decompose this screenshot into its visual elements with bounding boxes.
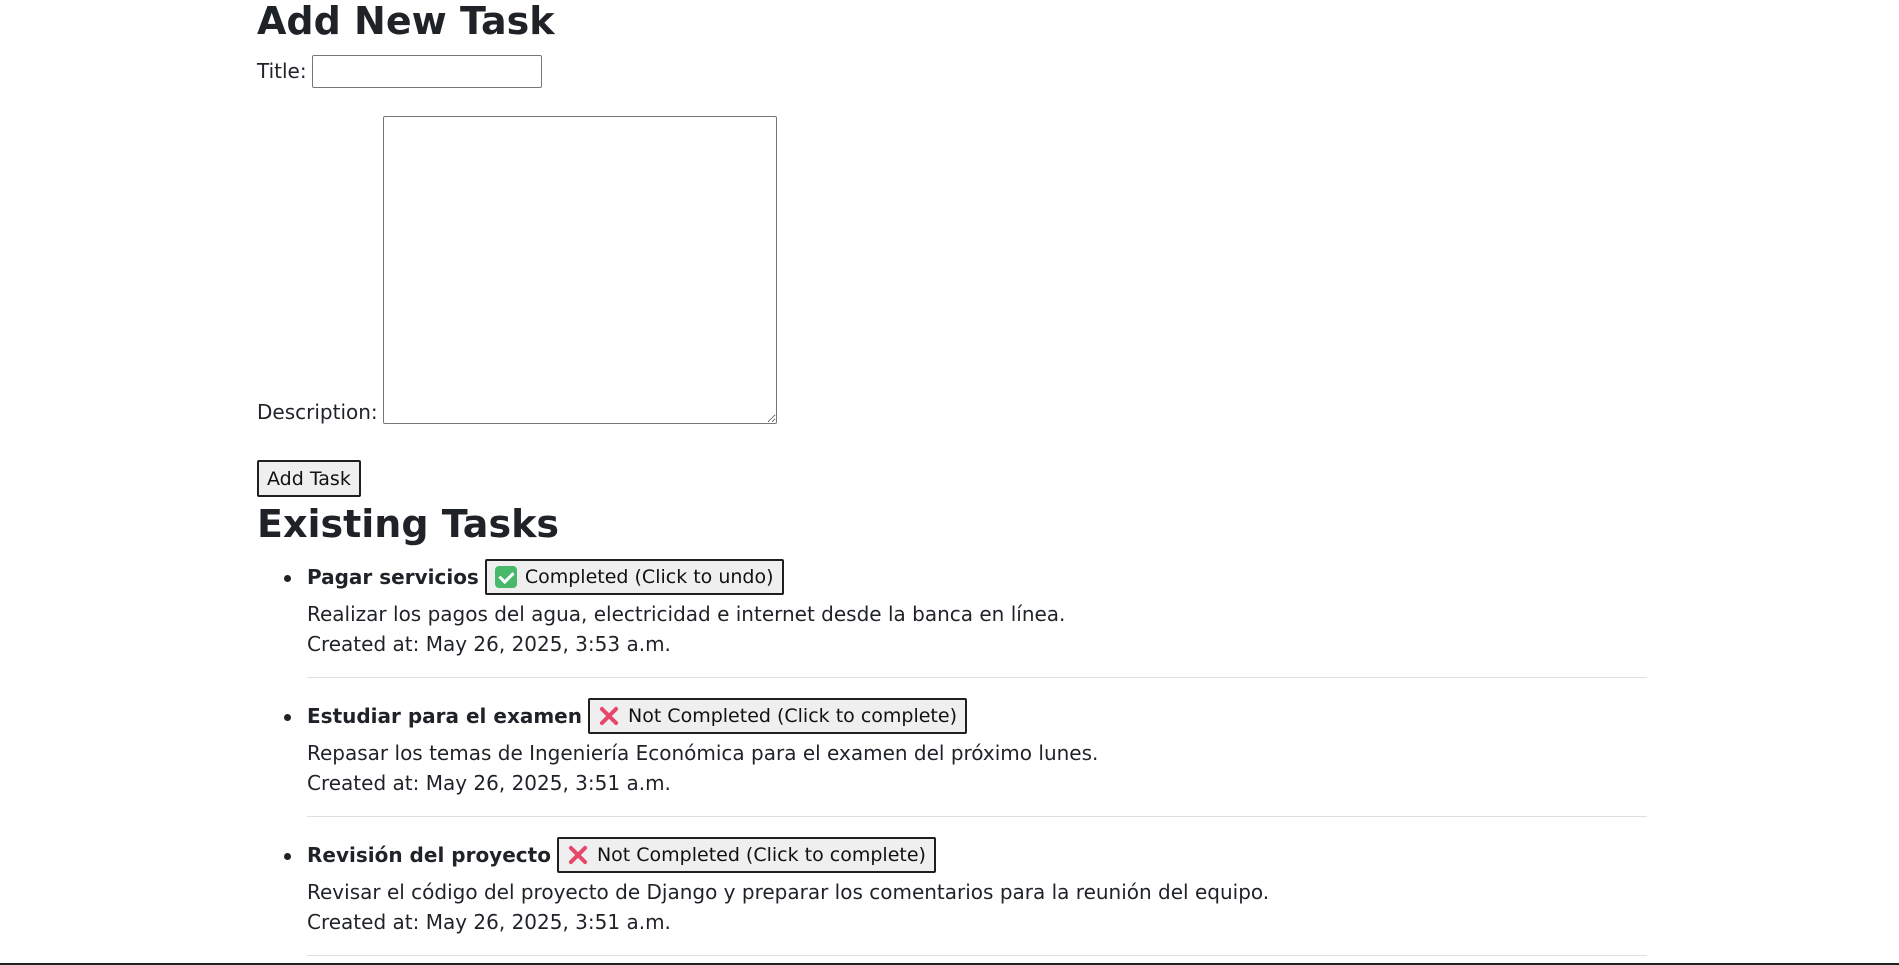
status-label: Not Completed (Click to complete) [627, 705, 957, 727]
status-label: Completed (Click to undo) [524, 566, 774, 588]
description-input[interactable] [382, 116, 777, 424]
title-row: Title: [257, 52, 1647, 90]
task-title: Revisión del proyecto [307, 843, 551, 867]
add-task-heading: Add New Task [257, 0, 555, 43]
task-description: Realizar los pagos del agua, electricida… [307, 602, 1066, 626]
main-content: Add New Task Title: Description: Add Tas… [257, 0, 1647, 965]
existing-tasks-heading: Existing Tasks [257, 502, 559, 546]
add-task-form: Add New Task Title: Description: Add Tas… [257, 0, 1647, 497]
page: Add New Task Title: Description: Add Tas… [0, 0, 1899, 965]
task-list: Pagar servicios Completed (Click to undo… [257, 559, 1647, 956]
task-item: Revisión del proyecto Not Completed (Cli… [284, 837, 1647, 956]
task-header: Estudiar para el examen Not Completed (C… [307, 698, 1647, 734]
task-description: Revisar el código del proyecto de Django… [307, 880, 1270, 904]
task-header: Pagar servicios Completed (Click to undo… [307, 559, 1647, 595]
task-created-at: Created at: May 26, 2025, 3:51 a.m. [307, 910, 671, 934]
task-title: Pagar servicios [307, 565, 479, 589]
title-label: Title: [257, 59, 307, 83]
status-label: Not Completed (Click to complete) [596, 844, 926, 866]
description-row: Description: [257, 116, 1647, 424]
toggle-status-button[interactable]: Not Completed (Click to complete) [587, 698, 967, 734]
cross-mark-icon [598, 705, 620, 727]
toggle-status-button[interactable]: Not Completed (Click to complete) [556, 837, 936, 873]
cross-mark-icon [567, 844, 589, 866]
task-title: Estudiar para el examen [307, 704, 582, 728]
task-header: Revisión del proyecto Not Completed (Cli… [307, 837, 1647, 873]
title-input[interactable] [311, 54, 542, 88]
description-label: Description: [257, 400, 378, 424]
toggle-status-button[interactable]: Completed (Click to undo) [484, 559, 784, 595]
task-created-at: Created at: May 26, 2025, 3:51 a.m. [307, 771, 671, 795]
task-item: Estudiar para el examen Not Completed (C… [284, 698, 1647, 817]
task-item: Pagar servicios Completed (Click to undo… [284, 559, 1647, 678]
task-created-at: Created at: May 26, 2025, 3:53 a.m. [307, 632, 671, 656]
task-description: Repasar los temas de Ingeniería Económic… [307, 741, 1099, 765]
add-task-button[interactable]: Add Task [257, 460, 361, 497]
check-mark-icon [494, 566, 517, 588]
